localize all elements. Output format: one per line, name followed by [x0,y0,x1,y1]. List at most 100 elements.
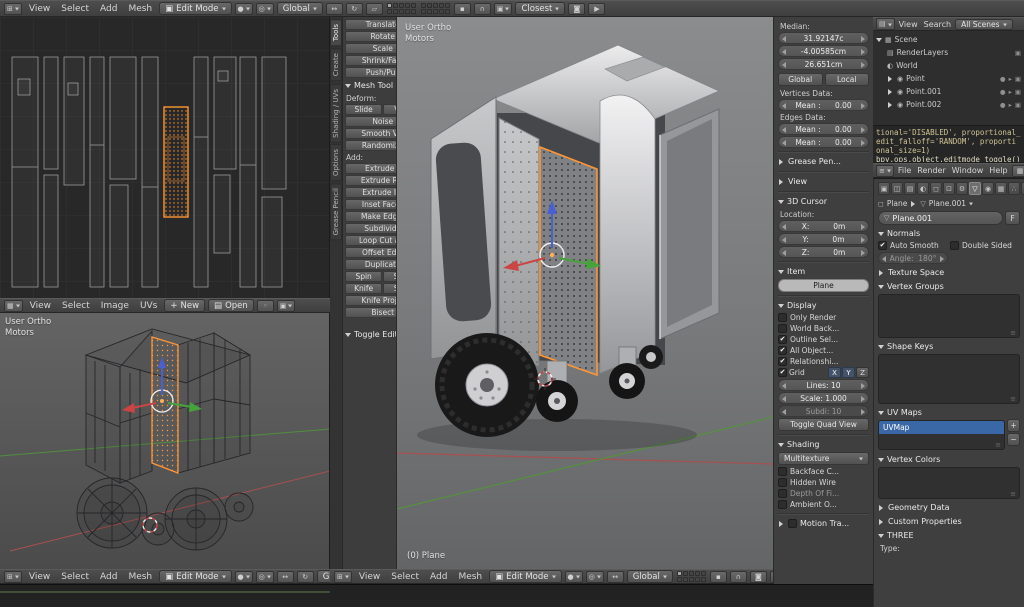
make-edge-face-button[interactable]: Make Edg... [345,211,397,222]
screw-button[interactable]: Scre [383,271,397,282]
manipulator-rotate-button[interactable]: ↻ [346,3,363,15]
secondary-3d-viewport[interactable]: User Ortho Motors [0,313,330,569]
shelf-tab-shading-uvs[interactable]: Shading / UVs [330,84,342,143]
eye-toggle-icon[interactable]: ● [1000,101,1006,109]
info-report-log[interactable]: tional='DISABLED', proportional_ edit_fa… [873,126,1024,163]
grease-pencil-panel-header[interactable]: Grease Pen... [778,155,869,168]
snap-target-dropdown[interactable]: Closest [515,2,565,15]
inset-faces-button[interactable]: Inset Faces [345,199,397,210]
layer-toggle[interactable] [701,571,706,576]
vertex-colors-list[interactable]: ≡ [878,467,1020,499]
layer-toggle[interactable] [683,571,688,576]
select-toggle-icon[interactable]: ▸ [1009,75,1012,83]
axis-z-toggle[interactable]: Z [856,367,869,378]
remove-uvmap-button[interactable]: − [1007,433,1020,446]
resize-grip-icon[interactable]: ≡ [1010,329,1016,337]
layer-toggle[interactable] [683,577,688,582]
smooth-vertex-button[interactable]: Smooth V... [345,128,397,139]
layer-toggle[interactable] [677,577,682,582]
editor-type-button[interactable]: ⊞ [4,571,22,583]
main-3d-viewport[interactable]: User Ortho Motors (0) Plane [397,17,773,569]
active-object-name-field[interactable]: Plane [778,279,869,292]
breadcrumb-data[interactable]: Plane.001 [929,199,966,208]
toggle-editmode-panel-header[interactable]: Toggle Editmode [345,328,397,341]
layer-toggle[interactable] [421,9,426,14]
ambient-occlusion-checkbox[interactable]: Ambient O... [778,499,869,510]
manipulator-scale-button[interactable]: ▱ [366,3,383,15]
knife-button[interactable]: Knife [345,283,382,294]
item-panel-header[interactable]: Item [778,265,869,278]
outliner-item-point[interactable]: ◉ Point ●▸▣ [876,72,1021,85]
shading-panel-header[interactable]: Shading [778,438,869,451]
display-panel-header[interactable]: Display [778,299,869,312]
extrude-region-button[interactable]: Extrude R... [345,175,397,186]
grid-lines-field[interactable]: Lines: 10 [778,379,869,391]
snap-magnet-button[interactable]: ∩ [730,571,747,583]
layer-toggle[interactable] [433,9,438,14]
outliner-item-point-001[interactable]: ◉ Point.001 ●▸▣ [876,85,1021,98]
resize-grip-icon[interactable]: ≡ [995,441,1001,449]
menu-view[interactable]: View [355,572,384,582]
double-sided-checkbox[interactable]: Double Sided [950,240,1020,251]
outliner-item-renderlayers[interactable]: ▤ RenderLayers ▣ [876,46,1021,59]
vertex-groups-panel-header[interactable]: Vertex Groups [878,280,1020,293]
shelf-tab-options[interactable]: Options [330,144,342,181]
display-scope-dropdown[interactable]: All Scenes [955,19,1012,30]
push-pull-button[interactable]: Push/Pull [345,67,397,78]
layer-toggle[interactable] [695,571,700,576]
layer-toggle[interactable] [689,571,694,576]
uv-snap-button[interactable]: ▣ [277,300,296,312]
manipulator-translate-button[interactable]: ↔ [607,571,624,583]
texture-space-panel-header[interactable]: Texture Space [878,266,1020,279]
eye-toggle-icon[interactable]: ● [1000,75,1006,83]
add-uvmap-button[interactable]: + [1007,419,1020,432]
viewport-shading-button[interactable]: ● [565,571,583,583]
tab-render-layers[interactable]: ▤ [904,182,916,195]
cursor-panel-header[interactable]: 3D Cursor [778,195,869,208]
menu-select[interactable]: Select [57,4,93,14]
editor-type-button[interactable]: ≡ [876,165,894,177]
render-toggle-icon[interactable]: ▣ [1015,101,1021,109]
fake-user-button[interactable]: F [1005,211,1020,225]
render-toggle-icon[interactable]: ▣ [1015,75,1021,83]
editor-type-button[interactable]: ⊞ [334,571,352,583]
menu-window[interactable]: Window [950,166,986,175]
loop-cut-button[interactable]: Loop Cut a... [345,235,397,246]
scene-selector-button[interactable]: ▦ [1012,165,1024,177]
hidden-wire-checkbox[interactable]: Hidden Wire [778,477,869,488]
offset-edge-slide-button[interactable]: Offset Ed... [345,247,397,258]
layer-toggle[interactable] [405,9,410,14]
world-background-checkbox[interactable]: World Back... [778,323,869,334]
menu-add[interactable]: Add [96,4,121,14]
lock-to-scene-button[interactable]: ▪ [710,571,727,583]
cursor-x-field[interactable]: X: 0m [778,220,869,232]
tab-material[interactable]: ◉ [982,182,994,195]
vertex-slide-vert-button[interactable]: Vert [383,104,397,115]
spin-button[interactable]: Spin [345,271,382,282]
knife-project-button[interactable]: Knife Proj... [345,295,397,306]
cursor-y-field[interactable]: Y: 0m [778,233,869,245]
menu-select[interactable]: Select [58,301,94,311]
axis-x-toggle[interactable]: X [828,367,841,378]
tab-render[interactable]: ▣ [878,182,890,195]
new-image-button[interactable]: +New [164,299,205,312]
layer-toggle[interactable] [427,9,432,14]
mode-dropdown[interactable]: ▣Edit Mode [489,570,561,583]
view-panel-header[interactable]: View [778,175,869,188]
menu-add[interactable]: Add [426,572,451,582]
layer-toggle[interactable] [433,3,438,8]
pivot-center-button[interactable]: ◎ [586,571,604,583]
layer-toggle[interactable] [439,9,444,14]
layer-toggle[interactable] [421,3,426,8]
menu-add[interactable]: Add [96,572,121,582]
noise-button[interactable]: Noise [345,116,397,127]
menu-select[interactable]: Select [57,572,93,582]
render-toggle-icon[interactable]: ▣ [1015,49,1021,57]
grid-checkbox-box[interactable]: ✔ [778,368,787,377]
tab-constraints[interactable]: ⊡ [943,182,955,195]
tab-texture[interactable]: ▦ [995,182,1007,195]
median-x-field[interactable]: 31.92147c [778,32,869,44]
scale-button[interactable]: Scale [345,43,397,54]
three-panel-header[interactable]: THREE [878,529,1020,542]
lock-to-scene-button[interactable]: ▪ [454,3,471,15]
